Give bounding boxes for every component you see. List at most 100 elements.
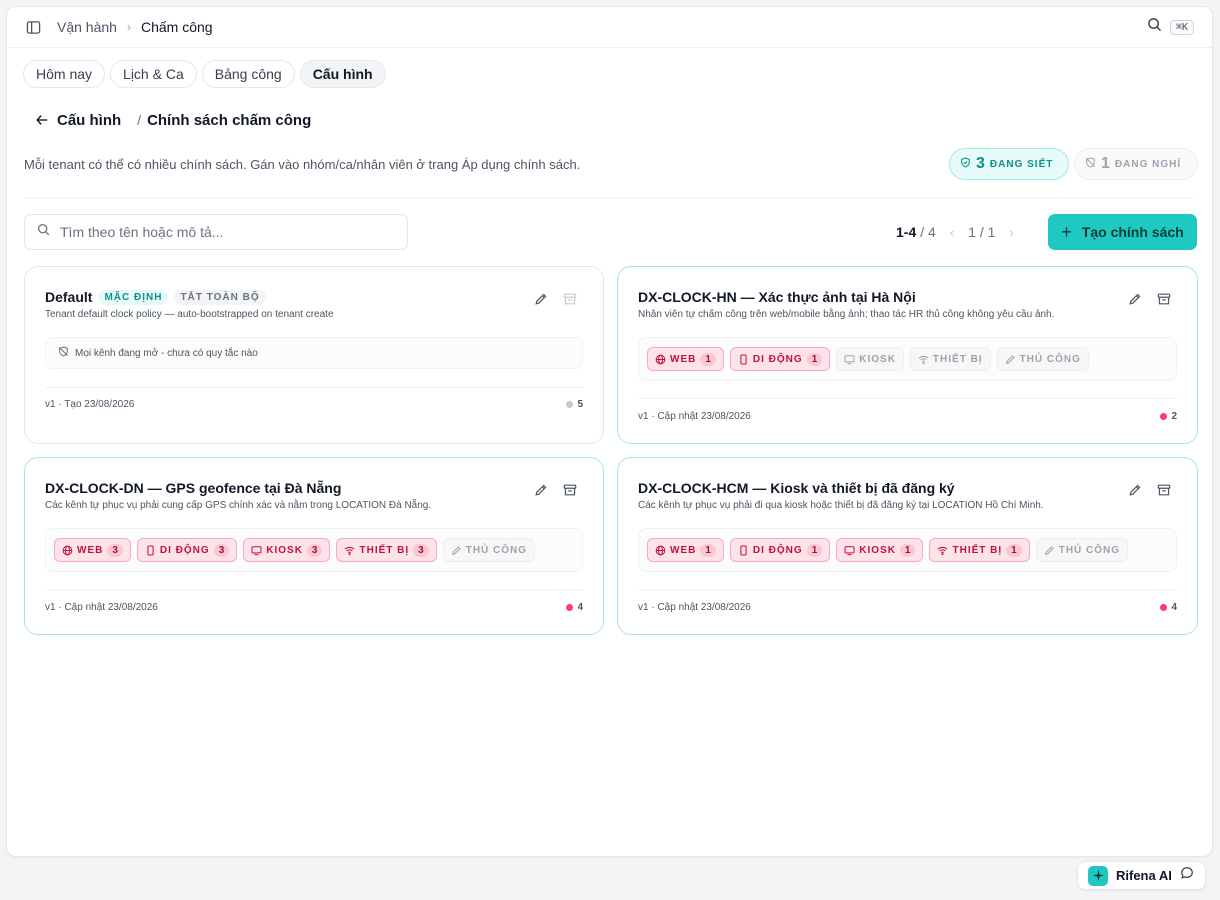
- stat-off-badge[interactable]: 1 ĐANG NGHỈ: [1074, 148, 1198, 180]
- arrow-left-icon[interactable]: [35, 113, 49, 127]
- edit-pencil-icon[interactable]: [1127, 291, 1142, 306]
- tab-schedule[interactable]: Lịch & Ca: [110, 60, 197, 88]
- channel-chip-mobile[interactable]: DI ĐỘNG 1: [729, 347, 831, 371]
- channel-label: THỦ CÔNG: [465, 544, 528, 556]
- globe-icon: [655, 545, 666, 556]
- status-dot: [1160, 604, 1168, 611]
- channel-chip-manual[interactable]: THỦ CÔNG: [996, 347, 1089, 371]
- assignment-count-value: 4: [577, 602, 583, 613]
- channel-chip-device[interactable]: THIẾT BỊ 3: [336, 538, 437, 562]
- stat-off-label: ĐANG NGHỈ: [1114, 158, 1182, 170]
- phone-icon: [738, 354, 749, 365]
- assignment-count-value: 5: [577, 399, 583, 410]
- channel-chip-mobile[interactable]: DI ĐỘNG 3: [136, 538, 238, 562]
- search-icon[interactable]: [1147, 17, 1162, 37]
- chevron-right-icon: ›: [126, 20, 131, 34]
- channel-chip-web[interactable]: WEB 1: [647, 347, 724, 371]
- channel-chip-mobile[interactable]: DI ĐỘNG 1: [729, 538, 831, 562]
- card-divider: [45, 589, 583, 590]
- default-badge: MẶC ĐỊNH: [98, 289, 169, 305]
- monitor-icon: [844, 354, 855, 365]
- archive-icon[interactable]: [1156, 291, 1171, 306]
- channel-chip-manual[interactable]: THỦ CÔNG: [1035, 538, 1129, 562]
- create-policy-button[interactable]: + Tạo chính sách: [1048, 214, 1197, 250]
- edit-pencil-icon[interactable]: [1127, 482, 1142, 497]
- search-icon: [37, 223, 50, 241]
- assignment-count: 2: [1160, 411, 1177, 422]
- search-input[interactable]: [60, 224, 395, 240]
- policy-title: DX-CLOCK-DN — GPS geofence tại Đà Nẵng: [45, 480, 342, 496]
- policy-card-hn[interactable]: DX-CLOCK-HN — Xác thực ảnh tại Hà Nội Nh…: [617, 266, 1198, 444]
- wifi-icon: [918, 354, 929, 365]
- channel-chip-kiosk[interactable]: KIOSK 1: [836, 538, 924, 562]
- policy-card-hcm[interactable]: DX-CLOCK-HCM — Kiosk và thiết bị đã đăng…: [617, 457, 1198, 635]
- channel-label: WEB: [670, 353, 697, 365]
- policy-version: v1 · Tạo 23/08/2026: [45, 399, 135, 410]
- tab-config[interactable]: Cấu hình: [299, 60, 386, 88]
- channel-count: 3: [213, 543, 230, 557]
- stat-strict-count: 3: [976, 155, 985, 172]
- channel-chip-device[interactable]: THIẾT BỊ: [909, 347, 991, 371]
- channel-label: THIẾT BỊ: [932, 353, 983, 365]
- policy-card-dn[interactable]: DX-CLOCK-DN — GPS geofence tại Đà Nẵng C…: [24, 457, 604, 635]
- channel-label: KIOSK: [266, 544, 303, 556]
- globe-icon: [62, 545, 73, 556]
- shield-off-icon: [58, 344, 69, 362]
- create-policy-label: Tạo chính sách: [1081, 224, 1184, 240]
- ai-assistant-button[interactable]: Rifena AI: [1077, 861, 1206, 890]
- assignment-count: 4: [1160, 602, 1177, 613]
- policy-version: v1 · Cập nhật 23/08/2026: [638, 602, 751, 613]
- card-divider: [638, 398, 1177, 399]
- sidebar-toggle-icon[interactable]: [25, 19, 41, 35]
- tab-today[interactable]: Hôm nay: [23, 60, 106, 88]
- channel-chip-web[interactable]: WEB 1: [647, 538, 724, 562]
- phone-icon: [738, 545, 749, 556]
- channel-label: WEB: [670, 544, 697, 556]
- section-divider: [24, 197, 1195, 198]
- channel-count: 1: [806, 352, 823, 366]
- title-separator: /: [137, 112, 142, 128]
- channel-rules-empty: Mọi kênh đang mở - chưa có quy tắc nào: [45, 337, 583, 369]
- sparkle-icon: [1088, 865, 1108, 886]
- policy-description: Các kênh tự phục vụ phải đi qua kiosk ho…: [638, 500, 1044, 511]
- policy-title: Default: [45, 289, 93, 305]
- channel-label: THIẾT BỊ: [359, 544, 410, 556]
- chevron-left-icon[interactable]: ‹: [950, 225, 954, 240]
- status-dot: [1160, 413, 1168, 420]
- pagination-range: 1-4: [896, 224, 917, 240]
- archive-icon[interactable]: [1156, 482, 1171, 497]
- pencil-icon: [451, 545, 462, 556]
- monitor-icon: [251, 545, 262, 556]
- wifi-icon: [344, 545, 355, 556]
- empty-rules-text: Mọi kênh đang mở - chưa có quy tắc nào: [75, 347, 258, 359]
- back-link[interactable]: Cấu hình: [57, 112, 121, 129]
- tab-timesheet[interactable]: Bảng công: [201, 60, 295, 88]
- archive-icon[interactable]: [562, 482, 577, 497]
- pagination: 1-4 / 4 ‹ 1 / 1 ›: [896, 222, 1028, 242]
- search-box: [24, 214, 408, 250]
- edit-pencil-icon[interactable]: [533, 482, 548, 497]
- globe-icon: [655, 354, 666, 365]
- channel-chip-web[interactable]: WEB 3: [54, 538, 131, 562]
- pencil-icon: [1044, 545, 1055, 556]
- edit-pencil-icon[interactable]: [533, 291, 548, 306]
- wifi-icon: [937, 545, 948, 556]
- policy-card-default[interactable]: Default MẶC ĐỊNH TẮT TOÀN BỘ Tenant defa…: [24, 266, 604, 444]
- breadcrumb-parent[interactable]: Vận hành: [57, 19, 117, 35]
- assignment-count-value: 2: [1171, 411, 1177, 422]
- app-frame: Vận hành › Chấm công ⌘K Hôm nay Lịch & C…: [6, 6, 1213, 857]
- policy-version: v1 · Cập nhật 23/08/2026: [45, 602, 158, 613]
- policy-title: DX-CLOCK-HCM — Kiosk và thiết bị đã đăng…: [638, 480, 955, 496]
- page-description: Mỗi tenant có thể có nhiều chính sách. G…: [24, 157, 581, 172]
- stat-off-count: 1: [1101, 155, 1110, 172]
- chevron-right-icon[interactable]: ›: [1009, 225, 1013, 240]
- status-dot: [566, 401, 574, 408]
- channel-chip-device[interactable]: THIẾT BỊ 1: [929, 538, 1030, 562]
- channel-label: KIOSK: [859, 353, 896, 365]
- channel-chip-kiosk[interactable]: KIOSK 3: [243, 538, 331, 562]
- policy-description: Các kênh tự phục vụ phải cung cấp GPS ch…: [45, 500, 432, 511]
- stat-strict-badge[interactable]: 3 ĐANG SIẾT: [949, 148, 1069, 180]
- channel-chip-kiosk[interactable]: KIOSK: [836, 347, 904, 371]
- channel-chip-manual[interactable]: THỦ CÔNG: [442, 538, 536, 562]
- plus-icon: +: [1061, 222, 1072, 242]
